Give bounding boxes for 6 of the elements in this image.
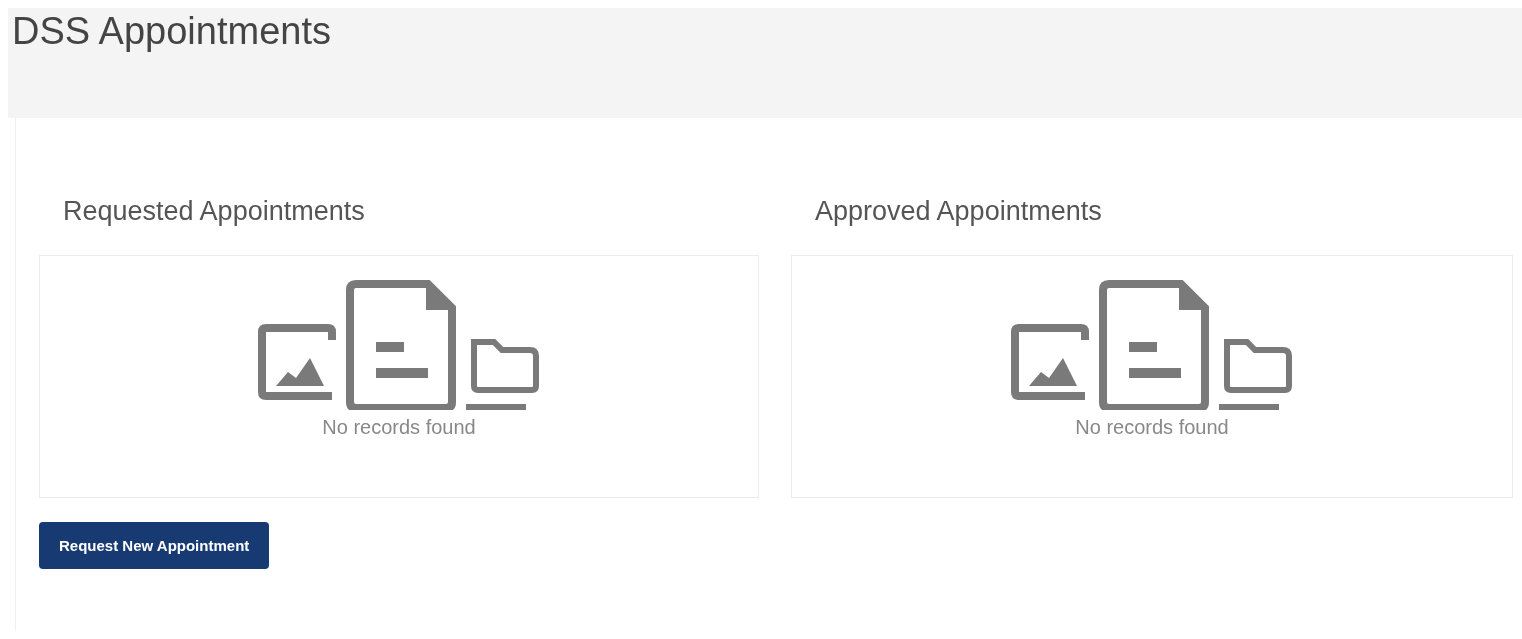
panel-title: Requested Appointments (63, 196, 365, 227)
request-appointment-button[interactable]: Request New Appointment (39, 522, 270, 569)
empty-message: No records found (322, 416, 476, 439)
empty-message: No records found (1075, 416, 1229, 439)
page-title: DSS Appointments (12, 10, 331, 53)
panel-title: Approved Appointments (815, 196, 1102, 227)
